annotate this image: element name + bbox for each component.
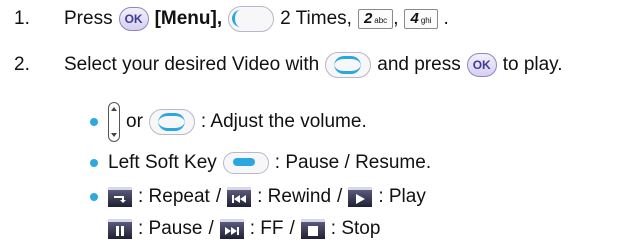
ok-key-icon: OK (118, 7, 149, 31)
separator: / (289, 218, 295, 239)
pause-text: : Pause (138, 218, 203, 239)
stop-icon (300, 219, 325, 239)
pause-icon (108, 219, 132, 239)
nav-left-key-icon (228, 6, 275, 32)
step-text: to play. (502, 54, 563, 75)
instruction-page: 1. Press OK [Menu], 2 Times, 2 abc , 4 ghi… (0, 0, 626, 249)
rewind-text: : Rewind (257, 186, 332, 207)
or-text: or (126, 111, 143, 132)
period: . (443, 8, 449, 29)
bullet-dot (90, 193, 98, 201)
menu-label: [Menu], (154, 8, 223, 29)
nav-updown-key-icon (148, 109, 195, 135)
softkey-text: Left Soft Key (108, 152, 217, 173)
step-text: 2 Times, (280, 8, 352, 29)
bullet-dot (90, 159, 98, 167)
left-soft-key-icon (222, 152, 269, 174)
separator: / (208, 218, 214, 239)
repeat-icon (108, 187, 132, 207)
play-text: : Play (378, 186, 426, 207)
fast-forward-icon (219, 219, 244, 239)
ff-text: : FF (249, 218, 284, 239)
separator: / (215, 186, 222, 207)
repeat-text: : Repeat (138, 186, 210, 207)
stop-text: : Stop (330, 218, 381, 239)
key-2-icon: 2 abc (357, 9, 394, 29)
softkey-text: : Pause / Resume. (274, 152, 432, 173)
step-number: 2. (14, 54, 30, 75)
key-4-icon: 4 ghi (404, 9, 438, 29)
step-number: 1. (14, 8, 30, 29)
step-text: Select your desired Video with (64, 54, 320, 75)
step-text: Press (64, 8, 113, 29)
volume-text: : Adjust the volume. (200, 111, 367, 132)
separator: / (337, 186, 343, 207)
rewind-icon (227, 187, 252, 207)
play-icon (348, 187, 373, 207)
bullet-dot (90, 118, 98, 126)
ok-key-icon: OK (466, 53, 497, 77)
comma: , (393, 8, 399, 29)
step-text: and press (377, 54, 461, 75)
side-volume-key-icon (108, 102, 120, 142)
nav-updown-key-icon (325, 52, 372, 78)
